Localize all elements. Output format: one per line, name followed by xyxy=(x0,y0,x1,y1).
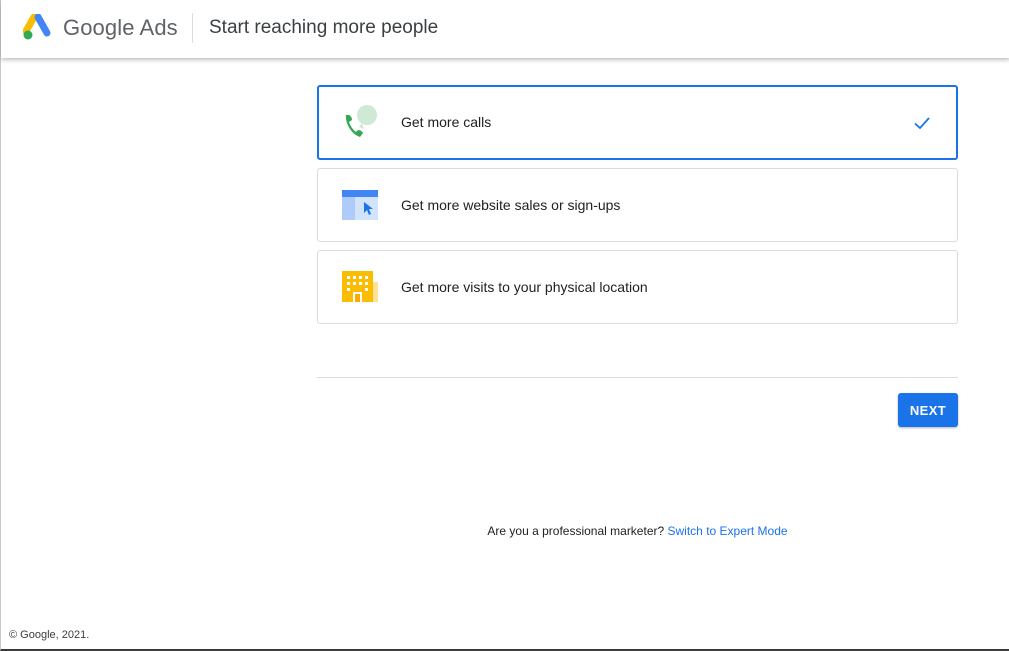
section-divider xyxy=(317,377,958,378)
next-button[interactable]: NEXT xyxy=(898,393,958,427)
browser-cursor-icon xyxy=(342,190,378,220)
goal-options: Get more calls Get more website sales or… xyxy=(317,85,958,332)
goal-label: Get more visits to your physical locatio… xyxy=(401,279,648,295)
copyright-footer: © Google, 2021. xyxy=(9,629,90,641)
header-divider xyxy=(192,13,193,43)
goal-option-website-sales[interactable]: Get more website sales or sign-ups xyxy=(317,168,958,242)
goal-option-physical-location[interactable]: Get more visits to your physical locatio… xyxy=(317,250,958,324)
page-title: Start reaching more people xyxy=(209,17,439,38)
check-icon xyxy=(914,117,930,130)
expert-mode-prompt: Are you a professional marketer? Switch … xyxy=(317,522,958,540)
top-bar: Google Ads Start reaching more people xyxy=(1,0,1009,58)
app-window: Google Ads Start reaching more people Ge… xyxy=(0,0,1009,651)
google-ads-logo-icon xyxy=(23,14,51,40)
product-name: Google Ads xyxy=(63,15,178,40)
goal-label: Get more calls xyxy=(401,114,492,130)
expert-mode-question: Are you a professional marketer? xyxy=(487,524,665,538)
switch-to-expert-mode-link[interactable]: Switch to Expert Mode xyxy=(668,524,788,538)
phone-chat-icon xyxy=(345,105,377,137)
goal-label: Get more website sales or sign-ups xyxy=(401,197,621,213)
goal-option-calls[interactable]: Get more calls xyxy=(317,85,958,160)
building-icon xyxy=(342,271,378,302)
